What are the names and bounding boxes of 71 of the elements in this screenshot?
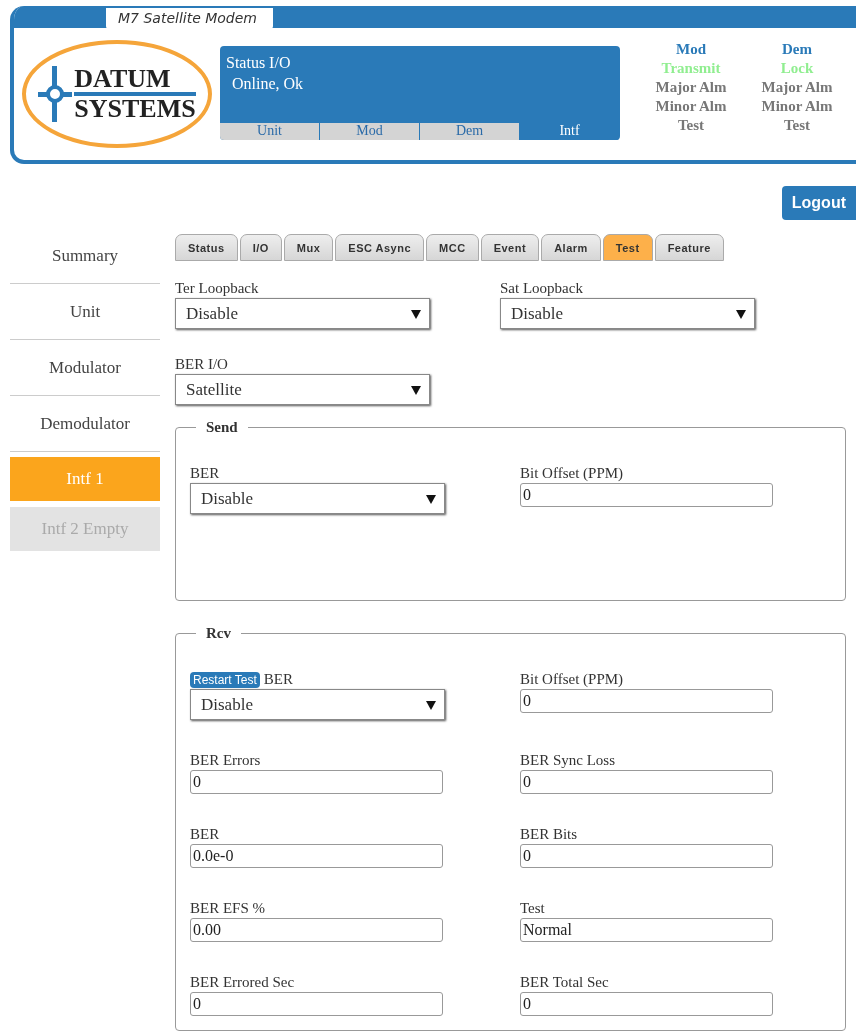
status-label: Status I/O — [226, 53, 292, 73]
field-label: BER I/O — [175, 355, 228, 374]
status-indicator: Lock — [779, 59, 815, 78]
dropdown[interactable]: Disable — [190, 689, 445, 720]
indicator-title: Dem — [781, 40, 813, 59]
status-indicator: Major Alm — [654, 78, 728, 97]
status-indicator: Minor Alm — [654, 97, 728, 116]
sidebar-item[interactable]: Modulator — [10, 340, 160, 396]
window-title: M7 Satellite Modem — [106, 8, 273, 29]
page-tab[interactable]: I/O — [239, 234, 282, 261]
section-tab[interactable]: Mod — [320, 123, 419, 140]
page-tab[interactable]: Status — [175, 234, 238, 261]
status-indicator: Major Alm — [760, 78, 834, 97]
input-field[interactable]: 0.0e-0 — [190, 844, 443, 868]
input-field[interactable]: 0 — [520, 689, 773, 713]
sidebar-item[interactable]: Summary — [10, 228, 160, 284]
field-label: Sat Loopback — [500, 279, 583, 298]
page-tab[interactable]: Event — [480, 234, 540, 261]
page-tab[interactable]: Mux — [283, 234, 334, 261]
dropdown[interactable]: Satellite — [175, 374, 430, 405]
field-label: BER — [190, 464, 220, 483]
input-field[interactable]: 0 — [520, 770, 773, 794]
page-tab[interactable]: ESC Async — [335, 234, 425, 261]
caret-icon — [411, 308, 421, 319]
input-field[interactable]: 0 — [520, 483, 773, 507]
input-field[interactable]: 0 — [190, 992, 443, 1016]
indicator-title: Mod — [675, 40, 707, 59]
input-field[interactable]: 0 — [520, 992, 773, 1016]
page-tab[interactable]: MCC — [426, 234, 479, 261]
status-indicator: Test — [676, 116, 706, 135]
status-indicator: Minor Alm — [760, 97, 834, 116]
page-tab[interactable]: Test — [602, 234, 653, 261]
field-label: Ter Loopback — [175, 279, 259, 298]
crosshair-icon — [38, 66, 73, 122]
status-indicator: Test — [782, 116, 812, 135]
logo-text: SYSTEMS — [74, 96, 196, 122]
field-label: Bit Offset (PPM) — [520, 464, 624, 483]
logout-button[interactable]: Logout — [781, 186, 856, 220]
caret-icon — [426, 493, 436, 504]
section-tab[interactable]: Unit — [220, 123, 319, 140]
input-field[interactable]: Normal — [520, 918, 773, 942]
caret-icon — [736, 308, 746, 319]
logo-text: DATUM — [74, 66, 196, 96]
dropdown[interactable]: Disable — [500, 298, 755, 329]
field-label: BER Errored Sec — [190, 973, 295, 992]
field-label: BER EFS % — [190, 899, 265, 918]
dropdown[interactable]: Disable — [175, 298, 430, 329]
field-label: BER — [190, 825, 220, 844]
input-field[interactable]: 0 — [190, 770, 443, 794]
sidebar-item[interactable]: Demodulator — [10, 396, 160, 452]
field-label: BER Errors — [190, 751, 261, 770]
field-label: BER — [263, 670, 293, 689]
field-label: BER Total Sec — [520, 973, 609, 992]
input-field[interactable]: 0.00 — [190, 918, 443, 942]
field-label: Test — [520, 899, 545, 918]
field-label: Bit Offset (PPM) — [520, 670, 624, 689]
page-tab[interactable]: Feature — [654, 234, 724, 261]
input-field[interactable]: 0 — [520, 844, 773, 868]
caret-icon — [426, 699, 436, 710]
field-label: BER Bits — [520, 825, 578, 844]
status-value: Online, Ok — [231, 74, 305, 94]
sidebar-item[interactable]: Unit — [10, 284, 160, 340]
caret-icon — [411, 384, 421, 395]
restart-button[interactable]: Restart Test — [190, 671, 260, 688]
field-label: BER Sync Loss — [520, 751, 615, 770]
section-legend: Rcv — [196, 625, 241, 642]
section-legend: Send — [196, 419, 248, 436]
dropdown[interactable]: Disable — [190, 483, 445, 514]
status-indicator: Transmit — [660, 59, 722, 78]
page-tab[interactable]: Alarm — [541, 234, 601, 261]
section-tab[interactable]: Dem — [420, 123, 519, 140]
